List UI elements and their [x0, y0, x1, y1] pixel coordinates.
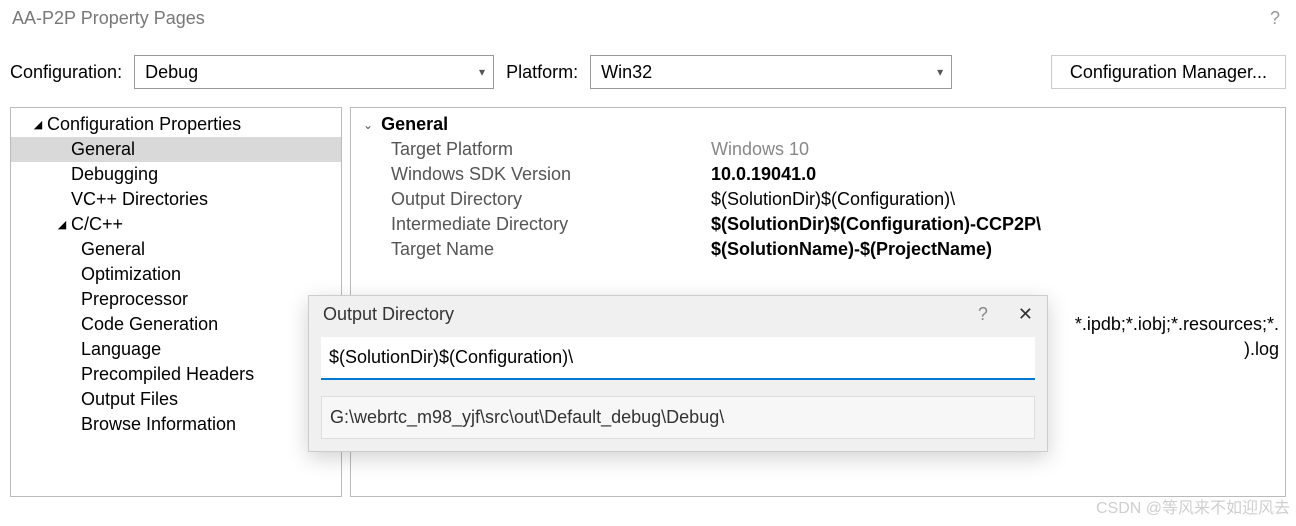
prop-target-name[interactable]: Target Name $(SolutionName)-$(ProjectNam…	[351, 237, 1285, 262]
configuration-value: Debug	[145, 62, 198, 83]
prop-target-platform[interactable]: Target Platform Windows 10	[351, 137, 1285, 162]
tree-item-cpp-general[interactable]: General	[11, 237, 341, 262]
section-general[interactable]: ⌄ General	[351, 112, 1285, 137]
popup-help-icon[interactable]: ?	[978, 304, 988, 325]
popup-title: Output Directory	[323, 304, 454, 325]
tree-item-cpp[interactable]: ◢ C/C++	[11, 212, 341, 237]
configuration-dropdown[interactable]: Debug ▾	[134, 55, 494, 89]
tree-item-vcdirs[interactable]: VC++ Directories	[11, 187, 341, 212]
configuration-manager-button[interactable]: Configuration Manager...	[1051, 55, 1286, 89]
help-icon[interactable]: ?	[1270, 8, 1280, 29]
platform-label: Platform:	[506, 62, 578, 83]
tree-item-cpp-optimization[interactable]: Optimization	[11, 262, 341, 287]
tree-item-cpp-language[interactable]: Language	[11, 337, 341, 362]
config-toolbar: Configuration: Debug ▾ Platform: Win32 ▾…	[0, 37, 1296, 107]
configuration-label: Configuration:	[10, 62, 122, 83]
output-directory-input[interactable]: $(SolutionDir)$(Configuration)\	[321, 337, 1035, 380]
popup-titlebar: Output Directory ? ✕	[309, 296, 1047, 333]
tree-item-cpp-codegen[interactable]: Code Generation	[11, 312, 341, 337]
chevron-down-icon: ⌄	[363, 118, 373, 132]
prop-windows-sdk[interactable]: Windows SDK Version 10.0.19041.0	[351, 162, 1285, 187]
tree-item-general[interactable]: General	[11, 137, 341, 162]
prop-intermediate-dir[interactable]: Intermediate Directory $(SolutionDir)$(C…	[351, 212, 1285, 237]
close-icon[interactable]: ✕	[1018, 304, 1033, 325]
platform-dropdown[interactable]: Win32 ▾	[590, 55, 952, 89]
watermark: CSDN @等风来不如迎风去	[1096, 494, 1290, 518]
expander-open-icon[interactable]: ◢	[55, 218, 69, 231]
chevron-down-icon: ▾	[937, 65, 943, 79]
titlebar: AA-P2P Property Pages ?	[0, 0, 1296, 37]
property-tree[interactable]: ◢ Configuration Properties General Debug…	[10, 107, 342, 497]
tree-item-cpp-pch[interactable]: Precompiled Headers	[11, 362, 341, 387]
platform-value: Win32	[601, 62, 652, 83]
tree-item-cpp-browse[interactable]: Browse Information	[11, 412, 341, 437]
output-directory-popup: Output Directory ? ✕ $(SolutionDir)$(Con…	[308, 295, 1048, 452]
output-directory-evaluated: G:\webrtc_m98_yjf\src\out\Default_debug\…	[321, 396, 1035, 439]
tree-item-debugging[interactable]: Debugging	[11, 162, 341, 187]
tree-item-cpp-output[interactable]: Output Files	[11, 387, 341, 412]
tree-root[interactable]: ◢ Configuration Properties	[11, 112, 341, 137]
prop-output-dir[interactable]: Output Directory $(SolutionDir)$(Configu…	[351, 187, 1285, 212]
window-title: AA-P2P Property Pages	[12, 8, 205, 29]
expander-open-icon[interactable]: ◢	[31, 118, 45, 131]
tree-item-cpp-preprocessor[interactable]: Preprocessor	[11, 287, 341, 312]
chevron-down-icon: ▾	[479, 65, 485, 79]
